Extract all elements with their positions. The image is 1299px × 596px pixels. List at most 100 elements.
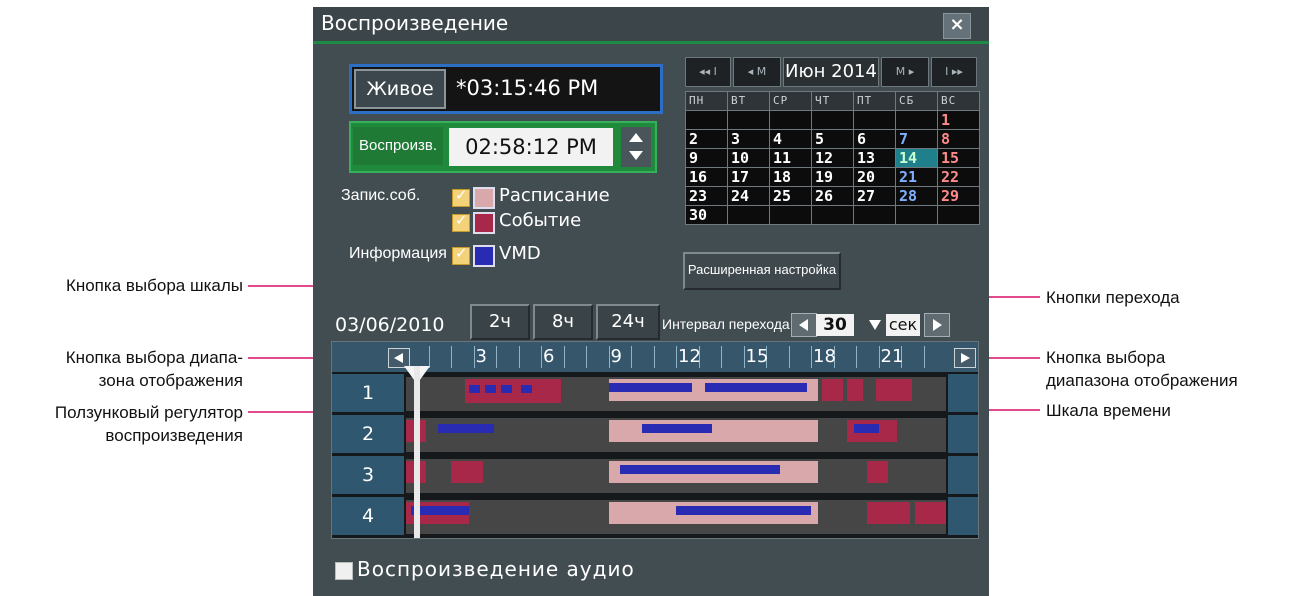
timeline-row[interactable]: 2 [332, 415, 978, 453]
calendar-day[interactable]: 8 [938, 130, 979, 148]
event-segment [867, 461, 888, 483]
calendar-day[interactable]: 20 [854, 168, 895, 186]
calendar-day[interactable]: 24 [728, 187, 769, 205]
title-bar: Воспроизведение × [313, 7, 989, 44]
jump-interval-dropdown-icon[interactable] [869, 320, 881, 330]
time-scale-track[interactable] [406, 377, 946, 411]
time-scale-track[interactable] [406, 500, 946, 534]
calendar-empty-cell [896, 111, 937, 129]
close-button[interactable]: × [943, 13, 971, 39]
calendar-weekday: ПТ [854, 92, 895, 110]
calendar-weekday: ВТ [728, 92, 769, 110]
playback-time-spinner[interactable] [621, 127, 651, 167]
calendar-day[interactable]: 15 [938, 149, 979, 167]
jump-forward-button[interactable] [924, 313, 950, 337]
timeline-row[interactable]: 4 [332, 497, 978, 535]
calendar-day[interactable]: 26 [812, 187, 853, 205]
jump-interval-unit: сек [886, 314, 920, 336]
calendar-day[interactable]: 23 [686, 187, 727, 205]
calendar-empty-cell [728, 206, 769, 224]
calendar-day[interactable]: 3 [728, 130, 769, 148]
callout-jump-buttons: Кнопки перехода [1046, 288, 1180, 307]
calendar-day[interactable]: 4 [770, 130, 811, 148]
time-scale-track[interactable] [406, 459, 946, 493]
calendar-day[interactable]: 12 [812, 149, 853, 167]
vmd-segment [853, 424, 879, 433]
row-end-cap [948, 456, 978, 494]
playback-box: Воспроизв. 02:58:12 PM [349, 121, 657, 173]
event-checkbox[interactable] [452, 211, 470, 232]
calendar-empty-cell [812, 111, 853, 129]
vmd-checkbox[interactable] [452, 244, 470, 265]
vmd-segment [642, 424, 712, 433]
calendar-day[interactable]: 9 [686, 149, 727, 167]
range-right-button[interactable] [954, 348, 976, 368]
vmd-segment [705, 383, 807, 392]
calendar-day[interactable]: 10 [728, 149, 769, 167]
event-segment [876, 379, 913, 401]
calendar-day[interactable]: 22 [938, 168, 979, 186]
timeline-date: 03/06/2010 [335, 314, 445, 336]
hour-tick [743, 346, 745, 368]
time-scale-track[interactable] [406, 418, 946, 452]
live-button[interactable]: Живое [354, 69, 446, 109]
calendar-empty-cell [770, 111, 811, 129]
audio-checkbox[interactable] [335, 562, 353, 580]
calendar-day[interactable]: 28 [896, 187, 937, 205]
calendar-day[interactable]: 11 [770, 149, 811, 167]
calendar-empty-cell [938, 206, 979, 224]
calendar-day[interactable]: 1 [938, 111, 979, 129]
hour-label: 12 [678, 346, 701, 367]
calendar-empty-cell [854, 206, 895, 224]
timeline-row[interactable]: 3 [332, 456, 978, 494]
advanced-settings-button[interactable]: Расширенная настройка [683, 252, 841, 290]
calendar-day[interactable]: 18 [770, 168, 811, 186]
calendar-day[interactable]: 19 [812, 168, 853, 186]
timeline[interactable]: 3 6 9 12 15 18 21 1234 [331, 341, 979, 539]
playback-slider[interactable] [414, 366, 420, 538]
hour-tick [451, 346, 452, 368]
calendar-day[interactable]: 6 [854, 130, 895, 148]
hour-tick [541, 346, 542, 368]
calendar-day[interactable]: 16 [686, 168, 727, 186]
audio-label: Воспроизведение аудио [357, 557, 635, 581]
scale-2h-button[interactable]: 2ч [470, 304, 530, 340]
scale-8h-button[interactable]: 8ч [533, 304, 593, 340]
calendar-day[interactable]: 2 [686, 130, 727, 148]
calendar-empty-cell [728, 111, 769, 129]
camera-number: 3 [332, 456, 404, 494]
spin-up-icon[interactable] [629, 133, 643, 142]
schedule-checkbox[interactable] [452, 186, 470, 207]
playback-button[interactable]: Воспроизв. [353, 127, 443, 165]
calendar-day[interactable]: 27 [854, 187, 895, 205]
calendar-day[interactable]: 29 [938, 187, 979, 205]
hour-label: 6 [543, 346, 555, 367]
calendar-next-month-button[interactable]: M ▸ [881, 57, 929, 87]
spin-down-icon[interactable] [629, 151, 643, 160]
calendar-month-label: Июн 2014 [783, 57, 879, 87]
calendar-day[interactable]: 25 [770, 187, 811, 205]
calendar-prev-year-button[interactable]: ◂◂ I [685, 57, 731, 87]
playback-time-field[interactable]: 02:58:12 PM [449, 128, 613, 166]
right-arrow-icon [933, 319, 942, 331]
calendar-day[interactable]: 5 [812, 130, 853, 148]
scale-24h-button[interactable]: 24ч [596, 304, 660, 340]
range-left-button[interactable] [388, 348, 410, 368]
vmd-segment [469, 385, 481, 393]
calendar-day[interactable]: 21 [896, 168, 937, 186]
calendar-day[interactable]: 17 [728, 168, 769, 186]
jump-interval-value[interactable]: 30 [816, 314, 854, 336]
calendar-day[interactable]: 7 [896, 130, 937, 148]
calendar-day[interactable]: 30 [686, 206, 727, 224]
vmd-swatch [473, 245, 495, 267]
record-event-label: Запис.соб. [341, 187, 421, 204]
left-arrow-icon [799, 319, 808, 331]
jump-back-button[interactable] [791, 313, 817, 337]
calendar-day[interactable]: 13 [854, 149, 895, 167]
calendar-prev-month-button[interactable]: ◂ M [733, 57, 781, 87]
right-arrow-icon [961, 353, 970, 363]
calendar-day[interactable]: 14 [896, 149, 937, 167]
hour-tick [428, 346, 430, 368]
calendar-next-year-button[interactable]: I ▸▸ [931, 57, 977, 87]
calendar-grid: ПН ВТ СР ЧТ ПТ СБ ВС 1 2 3 4 5 6 7 8 9 10 11 12 13 14 15 16 17 1… [685, 91, 980, 225]
